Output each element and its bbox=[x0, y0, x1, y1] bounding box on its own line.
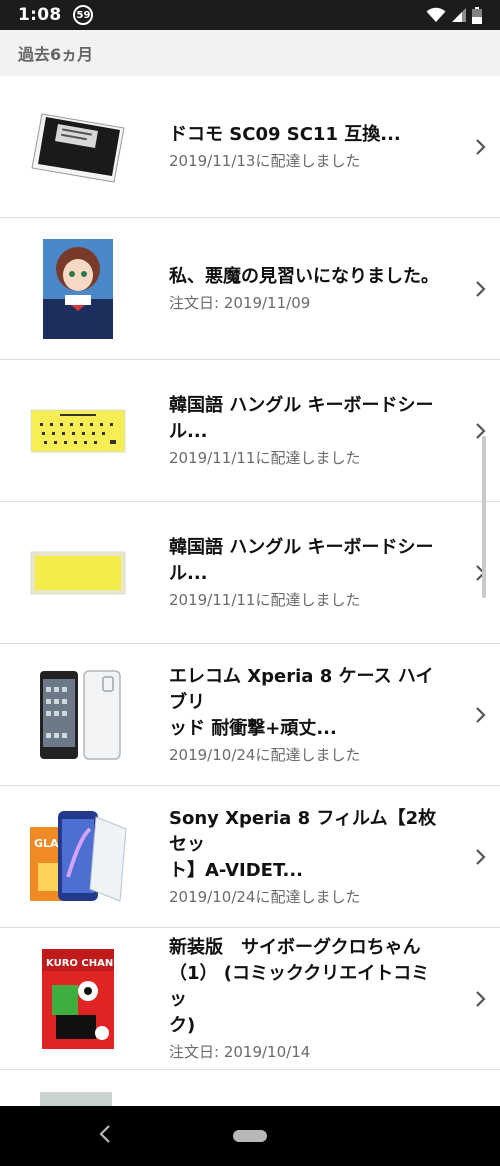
status-time: 1:08 bbox=[18, 5, 62, 25]
order-item[interactable] bbox=[0, 1070, 500, 1110]
scrollbar[interactable] bbox=[482, 436, 486, 598]
keyboard-sticker-thumbnail bbox=[26, 379, 130, 483]
chevron-right-icon bbox=[476, 280, 486, 297]
order-info: 新装版 サイボーグクロちゃん （1） (コミッククリエイトコミッ ク) 注文日: 2… bbox=[169, 928, 445, 1069]
order-info: ドコモ SC09 SC11 互換... 2019/11/13に配達しました bbox=[169, 76, 445, 217]
chevron-right-icon bbox=[476, 138, 486, 155]
order-date: 注文日: 2019/11/09 bbox=[169, 293, 311, 312]
system-nav-bar bbox=[0, 1106, 500, 1166]
chevron-right-icon bbox=[476, 848, 486, 865]
book-cover-thumbnail bbox=[26, 237, 130, 341]
signal-icon bbox=[452, 8, 466, 22]
order-info: Sony Xperia 8 フィルム【2枚セッ ト】A-VIDET... 2019… bbox=[169, 786, 445, 927]
order-info: 私、悪魔の見習いになりました。 注文日: 2019/11/09 bbox=[169, 218, 445, 359]
order-item[interactable]: 韓国語 ハングル キーボードシー ル... 2019/11/11に配達しました bbox=[0, 502, 500, 644]
order-info: 韓国語 ハングル キーボードシー ル... 2019/11/11に配達しました bbox=[169, 360, 445, 501]
item-title: ドコモ SC09 SC11 互換... bbox=[169, 123, 401, 145]
order-item[interactable]: 私、悪魔の見習いになりました。 注文日: 2019/11/09 bbox=[0, 218, 500, 360]
order-list: ドコモ SC09 SC11 互換... 2019/11/13に配達しました 私、… bbox=[0, 76, 500, 1110]
order-item[interactable]: KURO CHAN 新装版 サイボーグクロちゃん （1） (コミッククリエイトコミ… bbox=[0, 928, 500, 1070]
back-icon[interactable] bbox=[98, 1124, 112, 1144]
status-icons bbox=[426, 6, 482, 24]
delivery-status: 2019/10/24に配達しました bbox=[169, 887, 361, 906]
order-item[interactable]: ドコモ SC09 SC11 互換... 2019/11/13に配達しました bbox=[0, 76, 500, 218]
chevron-right-icon bbox=[476, 990, 486, 1007]
item-title: 韓国語 ハングル キーボードシー ル... bbox=[169, 536, 434, 584]
item-title: 韓国語 ハングル キーボードシー ル... bbox=[169, 394, 434, 442]
section-header: 過去6ヵ月 bbox=[0, 30, 500, 76]
delivery-status: 2019/11/11に配達しました bbox=[169, 448, 361, 467]
order-item[interactable]: エレコム Xperia 8 ケース ハイブリ ッド 耐衝撃+頑丈... 2019/… bbox=[0, 644, 500, 786]
battery-icon bbox=[472, 6, 482, 24]
order-date: 注文日: 2019/10/14 bbox=[169, 1042, 311, 1061]
delivery-status: 2019/11/13に配達しました bbox=[169, 151, 361, 170]
home-pill[interactable] bbox=[233, 1130, 267, 1142]
item-title: エレコム Xperia 8 ケース ハイブリ ッド 耐衝撃+頑丈... bbox=[169, 665, 434, 739]
delivery-status: 2019/11/11に配達しました bbox=[169, 590, 361, 609]
wifi-icon bbox=[426, 7, 446, 22]
order-info: エレコム Xperia 8 ケース ハイブリ ッド 耐衝撃+頑丈... 2019/… bbox=[169, 644, 445, 785]
status-bar: 1:08 59 bbox=[0, 0, 500, 30]
chevron-right-icon bbox=[476, 706, 486, 723]
section-title: 過去6ヵ月 bbox=[18, 45, 94, 64]
item-title: Sony Xperia 8 フィルム【2枚セッ ト】A-VIDET... bbox=[169, 807, 437, 881]
phone-case-thumbnail bbox=[26, 663, 130, 767]
item-title: 私、悪魔の見習いになりました。 bbox=[169, 265, 439, 287]
order-info: 韓国語 ハングル キーボードシー ル... 2019/11/11に配達しました bbox=[169, 502, 445, 643]
notification-count-badge: 59 bbox=[73, 5, 94, 25]
order-item[interactable]: 韓国語 ハングル キーボードシー ル... 2019/11/11に配達しました bbox=[0, 360, 500, 502]
order-item[interactable]: GLAS Sony Xperia 8 フィルム【2枚セッ ト】A-VIDET...… bbox=[0, 786, 500, 928]
delivery-status: 2019/10/24に配達しました bbox=[169, 745, 361, 764]
screen-film-thumbnail: GLAS bbox=[26, 805, 130, 909]
battery-thumbnail bbox=[26, 95, 130, 199]
keyboard-sticker-thumbnail bbox=[26, 521, 130, 625]
comic-title-label: KURO CHAN bbox=[46, 958, 113, 969]
comic-cover-thumbnail: KURO CHAN bbox=[26, 947, 130, 1051]
item-title: 新装版 サイボーグクロちゃん （1） (コミッククリエイトコミッ ク) bbox=[169, 936, 430, 1036]
